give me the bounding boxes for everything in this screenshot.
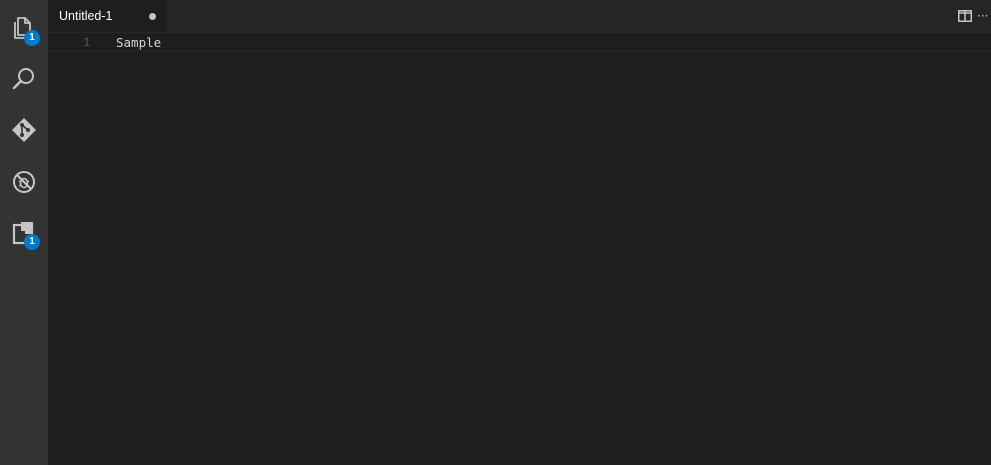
code-line: 1 Sample	[48, 32, 991, 51]
dirty-indicator-icon[interactable]	[149, 13, 156, 20]
activity-extensions[interactable]: 1	[0, 208, 48, 258]
activity-bar: 1 1	[0, 0, 48, 465]
tab-untitled-1[interactable]: Untitled-1	[48, 0, 168, 32]
editor-actions: ···	[953, 0, 991, 32]
tab-strip: Untitled-1 ···	[48, 0, 991, 32]
tab-label: Untitled-1	[59, 9, 113, 23]
activity-search[interactable]	[0, 54, 48, 104]
explorer-badge: 1	[24, 30, 40, 46]
search-icon	[11, 66, 37, 92]
more-icon: ···	[977, 9, 989, 23]
more-actions-button[interactable]: ···	[977, 4, 991, 28]
extensions-badge: 1	[24, 234, 40, 250]
editor-area: Untitled-1 ··· 1 Sample	[48, 0, 991, 465]
split-editor-icon	[958, 7, 972, 26]
vscode-window: 1 1 Untitled-1 ··· 1 Sample	[0, 0, 991, 465]
line-number: 1	[83, 36, 90, 49]
split-editor-button[interactable]	[953, 4, 977, 28]
git-icon	[11, 117, 37, 143]
line-text[interactable]: Sample	[116, 34, 161, 51]
debug-icon	[11, 169, 37, 195]
editor-body[interactable]: 1 Sample	[48, 32, 991, 465]
activity-source-control[interactable]	[0, 105, 48, 155]
activity-explorer[interactable]: 1	[0, 3, 48, 53]
activity-debug[interactable]	[0, 157, 48, 207]
